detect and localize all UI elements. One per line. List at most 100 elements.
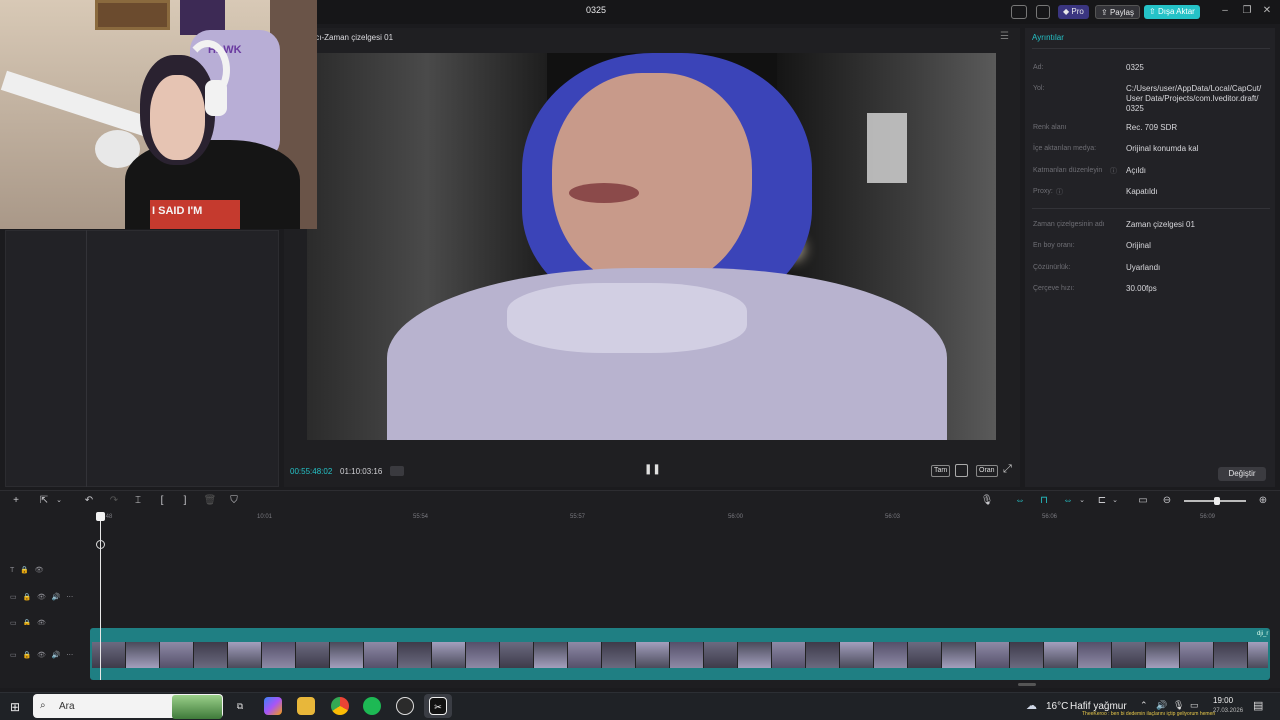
ruler-tick: 56:00 bbox=[728, 514, 744, 520]
notifications-icon[interactable]: ▤ bbox=[1253, 699, 1263, 712]
clip-name: dji_r bbox=[1257, 631, 1269, 637]
playhead[interactable] bbox=[100, 512, 101, 680]
shirt-text: I SAID I'M bbox=[152, 205, 203, 217]
layout-icon[interactable] bbox=[1011, 5, 1027, 19]
text-track-controls[interactable]: T 🔒 👁 bbox=[10, 566, 44, 574]
snap-icon[interactable]: ⇔ bbox=[1061, 494, 1075, 508]
clock-date: 27.03.2026 bbox=[1213, 708, 1244, 714]
file-explorer-icon[interactable] bbox=[297, 697, 315, 715]
clip-frame-thumbnail bbox=[976, 642, 1010, 668]
undo-icon[interactable]: ↶ bbox=[82, 494, 96, 508]
delete-icon[interactable]: 🗑 bbox=[203, 494, 217, 508]
main-track-controls[interactable]: ▭ 🔒 👁 🔊 ⋯ bbox=[10, 651, 73, 659]
fullscreen-icon[interactable]: ⤢ bbox=[1003, 463, 1012, 476]
chrome-icon[interactable] bbox=[331, 697, 349, 715]
shortcuts-icon[interactable] bbox=[1036, 5, 1050, 19]
detail-value-name: 0325 bbox=[1126, 63, 1144, 72]
current-timecode: 00:55:48:02 bbox=[290, 467, 333, 476]
ruler-tick: 56:03 bbox=[885, 514, 901, 520]
close-icon[interactable]: ✕ bbox=[1258, 4, 1276, 18]
playhead-marker-icon[interactable] bbox=[96, 540, 105, 549]
proxy-info-icon: ⓘ bbox=[1056, 189, 1063, 196]
ruler-tick: 55:54 bbox=[413, 514, 429, 520]
zoom-out-icon[interactable]: ⊖ bbox=[1160, 494, 1174, 508]
link-clips-icon[interactable]: ⇔ bbox=[1013, 494, 1027, 508]
maximize-icon[interactable]: ❐ bbox=[1238, 4, 1256, 18]
tray-mic-icon[interactable]: 🎙 bbox=[1173, 700, 1184, 711]
clip-frame-thumbnail bbox=[398, 642, 432, 668]
tray-overflow-icon[interactable]: ⌃ bbox=[1140, 700, 1148, 711]
pause-icon[interactable]: ❚❚ bbox=[644, 464, 661, 478]
player-title: ıcı-Zaman çizelgesi 01 bbox=[313, 33, 394, 42]
playhead-handle[interactable] bbox=[96, 512, 105, 521]
share-icon: ⇪ bbox=[1101, 8, 1110, 17]
detail-label-resolution: Çözünürlük: bbox=[1033, 264, 1071, 271]
clip-frame-thumbnail bbox=[840, 642, 874, 668]
total-timecode: 01:10:03:16 bbox=[340, 467, 383, 476]
clip-frame-thumbnail bbox=[296, 642, 330, 668]
info-icon: ⓘ bbox=[1110, 168, 1117, 175]
search-placeholder: Ara bbox=[59, 701, 75, 712]
ratio-button[interactable]: Oran bbox=[976, 465, 998, 477]
details-divider bbox=[1032, 208, 1270, 209]
caption-icon[interactable]: ▭ bbox=[1136, 494, 1150, 508]
panel-divider bbox=[86, 230, 87, 487]
copilot-icon[interactable] bbox=[264, 697, 282, 715]
clip-frame-thumbnail bbox=[92, 642, 126, 668]
volume-icon[interactable]: 🔊 bbox=[1156, 700, 1167, 711]
timeline-scrollbar[interactable] bbox=[1018, 683, 1036, 686]
crop-icon[interactable] bbox=[955, 464, 968, 477]
timecode-toggle-icon[interactable] bbox=[390, 466, 404, 476]
export-button[interactable]: ⇧ Dışa Aktar bbox=[1144, 5, 1200, 19]
clip-frame-thumbnail bbox=[330, 642, 364, 668]
chevron-down-icon[interactable]: ⌄ bbox=[52, 494, 66, 508]
clip-frame-thumbnail bbox=[262, 642, 296, 668]
windows-start-icon[interactable]: ⊞ bbox=[10, 700, 20, 714]
pro-button[interactable]: ◆ Pro bbox=[1058, 5, 1089, 19]
network-icon[interactable]: ▭ bbox=[1190, 700, 1199, 711]
window-title: 0325 bbox=[585, 5, 607, 15]
clip-frame-thumbnail bbox=[806, 642, 840, 668]
obs-icon[interactable] bbox=[396, 697, 414, 715]
redo-icon[interactable]: ↷ bbox=[107, 494, 121, 508]
detail-value-timeline-name: Zaman çizelgesi 01 bbox=[1126, 220, 1195, 229]
clip-frame-thumbnail bbox=[534, 642, 568, 668]
modify-button[interactable]: Değiştir bbox=[1218, 467, 1266, 481]
detail-label-color-space: Renk alanı bbox=[1033, 124, 1067, 131]
clip-frame-thumbnail bbox=[738, 642, 772, 668]
magnet-icon[interactable]: ⊓ bbox=[1037, 494, 1051, 508]
clip-frame-thumbnail bbox=[772, 642, 806, 668]
detail-label-timeline-name: Zaman çizelgesinin adı bbox=[1033, 221, 1105, 228]
zoom-in-icon[interactable]: ⊕ bbox=[1256, 494, 1270, 508]
axis-dropdown-icon[interactable]: ⌄ bbox=[1108, 494, 1122, 508]
detail-value-imported-media: Orijinal konumda kal bbox=[1126, 144, 1199, 153]
snap-dropdown-icon[interactable]: ⌄ bbox=[1075, 494, 1089, 508]
track-controls-partial[interactable]: ▭ 🔒 👁 bbox=[10, 619, 46, 625]
spotify-icon[interactable] bbox=[363, 697, 381, 715]
player-menu-icon[interactable]: ☰ bbox=[1000, 31, 1009, 42]
clip-frame-thumbnail bbox=[432, 642, 466, 668]
fit-button[interactable]: Tam bbox=[931, 465, 951, 477]
clip-frame-thumbnail bbox=[636, 642, 670, 668]
video-track-controls[interactable]: ▭ 🔒 👁 🔊 ⋯ bbox=[10, 593, 73, 601]
shield-icon[interactable]: ⛉ bbox=[227, 494, 241, 508]
preview-axis-icon[interactable]: ⊏ bbox=[1095, 494, 1109, 508]
minimize-icon[interactable]: – bbox=[1216, 4, 1234, 18]
clip-frame-thumbnail bbox=[160, 642, 194, 668]
capcut-icon[interactable]: ✂ bbox=[429, 697, 447, 715]
video-preview[interactable] bbox=[307, 53, 996, 440]
add-track-icon[interactable]: + bbox=[9, 494, 23, 508]
share-button[interactable]: ⇪ Paylaş bbox=[1095, 5, 1140, 19]
detail-value-proxy: Kapatıldı bbox=[1126, 187, 1158, 196]
clip-frame-thumbnail bbox=[126, 642, 160, 668]
task-view-icon[interactable]: ⧉ bbox=[231, 697, 249, 715]
microphone-icon[interactable]: 🎙 bbox=[980, 494, 994, 508]
zoom-slider-handle[interactable] bbox=[1214, 497, 1220, 505]
detail-label-layers: Katmanları düzenleyin bbox=[1033, 167, 1103, 174]
trim-right-icon[interactable]: ] bbox=[178, 494, 192, 508]
select-tool-icon[interactable]: ⇱ bbox=[37, 494, 51, 508]
clock-time: 19:00 bbox=[1213, 696, 1234, 705]
trim-left-icon[interactable]: [ bbox=[155, 494, 169, 508]
split-icon[interactable]: ⌶ bbox=[131, 494, 145, 508]
detail-value-aspect-ratio: Orijinal bbox=[1126, 241, 1151, 250]
